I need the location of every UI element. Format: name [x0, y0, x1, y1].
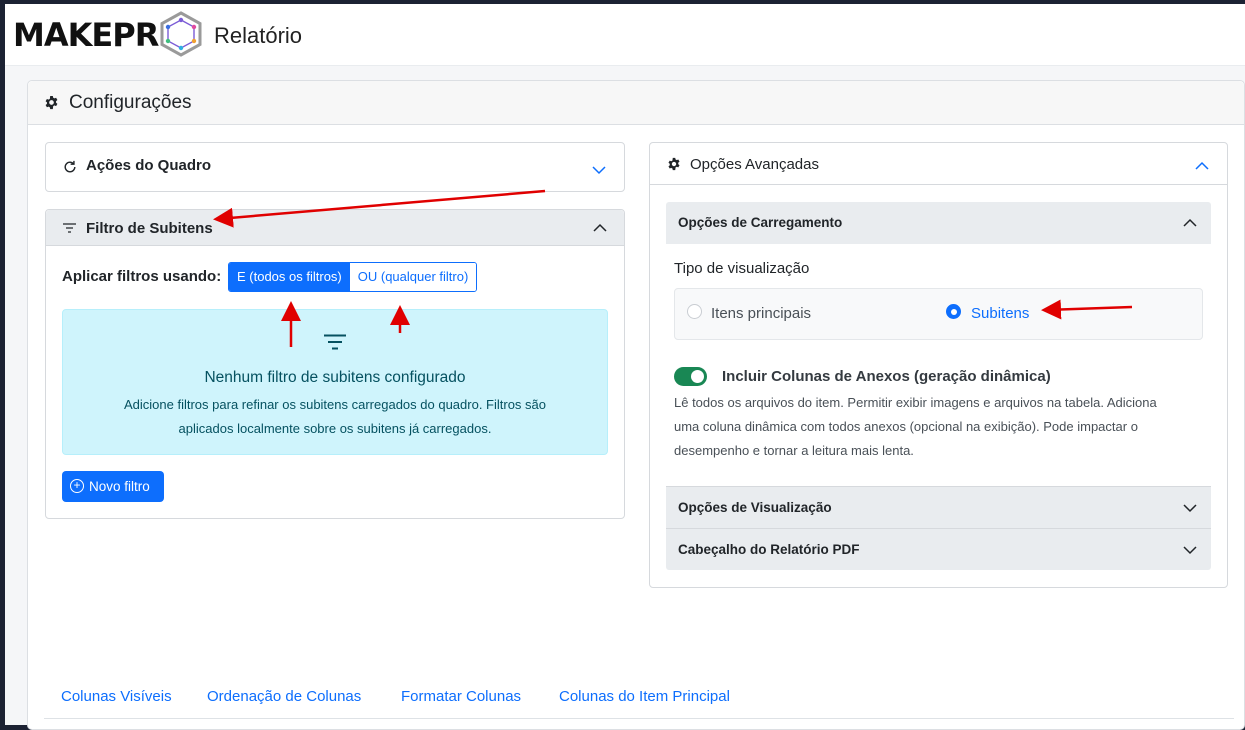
filter-mode-and-button[interactable]: E (todos os filtros) — [229, 263, 350, 291]
refresh-icon — [64, 160, 76, 173]
chevron-down-icon — [1183, 504, 1197, 513]
filtro-accordion: Filtro de Subitens Aplicar filtros usand… — [45, 209, 625, 519]
visualizacao-title: Opções de Visualização — [678, 500, 832, 515]
chevron-up-icon — [1183, 218, 1197, 227]
opcoes-avancadas-card: Opções Avançadas Opções de Carregamento … — [649, 142, 1228, 588]
empty-filters-description: Adicione filtros para refinar os subiten… — [124, 397, 546, 436]
apply-filters-label: Aplicar filtros usando: — [62, 268, 222, 285]
chevron-up-icon — [593, 223, 607, 232]
filter-icon — [63, 223, 76, 233]
carregamento-title: Opções de Carregamento — [678, 215, 843, 230]
plus-circle-icon: + — [70, 479, 84, 493]
top-bar: MAKEPR Relatório — [5, 4, 1245, 66]
gear-icon — [668, 157, 680, 171]
chevron-down-icon — [1183, 546, 1197, 555]
filtro-title: Filtro de Subitens — [86, 220, 213, 237]
filter-mode-toggle: E (todos os filtros) OU (qualquer filtro… — [228, 262, 478, 292]
carregamento-accordion-header[interactable]: Opções de Carregamento — [666, 202, 1211, 244]
radio-subitens-label[interactable]: Subitens — [971, 305, 1029, 322]
column-tabs: Colunas Visíveis Ordenação de Colunas Fo… — [44, 677, 1234, 719]
acoes-accordion-header[interactable]: Ações do Quadro — [46, 143, 624, 190]
anexos-toggle-switch[interactable] — [674, 367, 707, 386]
app-title: Relatório — [214, 23, 303, 48]
filtro-accordion-header[interactable]: Filtro de Subitens — [46, 210, 624, 246]
chevron-down-icon — [592, 166, 606, 175]
radio-subitens[interactable] — [946, 304, 961, 319]
config-title: Configurações — [69, 92, 192, 113]
cabecalho-title: Cabeçalho do Relatório PDF — [678, 542, 860, 557]
tab-colunas-visiveis[interactable]: Colunas Visíveis — [61, 688, 172, 705]
app-page: MAKEPR Relatório Configurações Ações do … — [5, 4, 1245, 730]
tab-colunas-item-principal[interactable]: Colunas do Item Principal — [559, 688, 730, 705]
cabecalho-accordion-header[interactable]: Cabeçalho do Relatório PDF — [666, 528, 1211, 570]
main-area: Configurações Ações do Quadro Filtro de … — [5, 66, 1245, 730]
tipo-visualizacao-group: Itens principais Subitens — [674, 288, 1203, 340]
tab-ordenacao-colunas[interactable]: Ordenação de Colunas — [207, 688, 361, 705]
tipo-visualizacao-label: Tipo de visualização — [674, 260, 810, 277]
filter-icon — [324, 334, 346, 350]
acoes-title: Ações do Quadro — [86, 157, 212, 174]
tab-formatar-colunas[interactable]: Formatar Colunas — [401, 688, 521, 705]
gear-icon — [45, 95, 58, 110]
filter-mode-or-button[interactable]: OU (qualquer filtro) — [349, 263, 477, 291]
config-header: Configurações — [28, 81, 1244, 125]
new-filter-label: Novo filtro — [89, 479, 150, 494]
empty-filters-alert: Nenhum filtro de subitens configurado Ad… — [62, 309, 608, 455]
anexos-description: Lê todos os arquivos do item. Permitir e… — [674, 395, 1157, 458]
anexos-switch-label[interactable]: Incluir Colunas de Anexos (geração dinâm… — [722, 368, 1051, 385]
chevron-up-icon — [1195, 161, 1209, 170]
config-card: Configurações Ações do Quadro Filtro de … — [27, 80, 1245, 730]
radio-itens-principais-label[interactable]: Itens principais — [711, 305, 811, 322]
opcoes-avancadas-header[interactable]: Opções Avançadas — [650, 143, 1227, 185]
acoes-accordion[interactable]: Ações do Quadro — [45, 142, 625, 192]
new-filter-button[interactable]: + Novo filtro — [62, 471, 164, 502]
logo-text: MAKEPR — [13, 16, 159, 54]
empty-filters-title: Nenhum filtro de subitens configurado — [204, 369, 466, 386]
logo-hex-icon — [160, 11, 202, 57]
opcoes-avancadas-title: Opções Avançadas — [690, 156, 819, 173]
visualizacao-accordion-header[interactable]: Opções de Visualização — [666, 486, 1211, 528]
radio-itens-principais[interactable] — [687, 304, 702, 319]
